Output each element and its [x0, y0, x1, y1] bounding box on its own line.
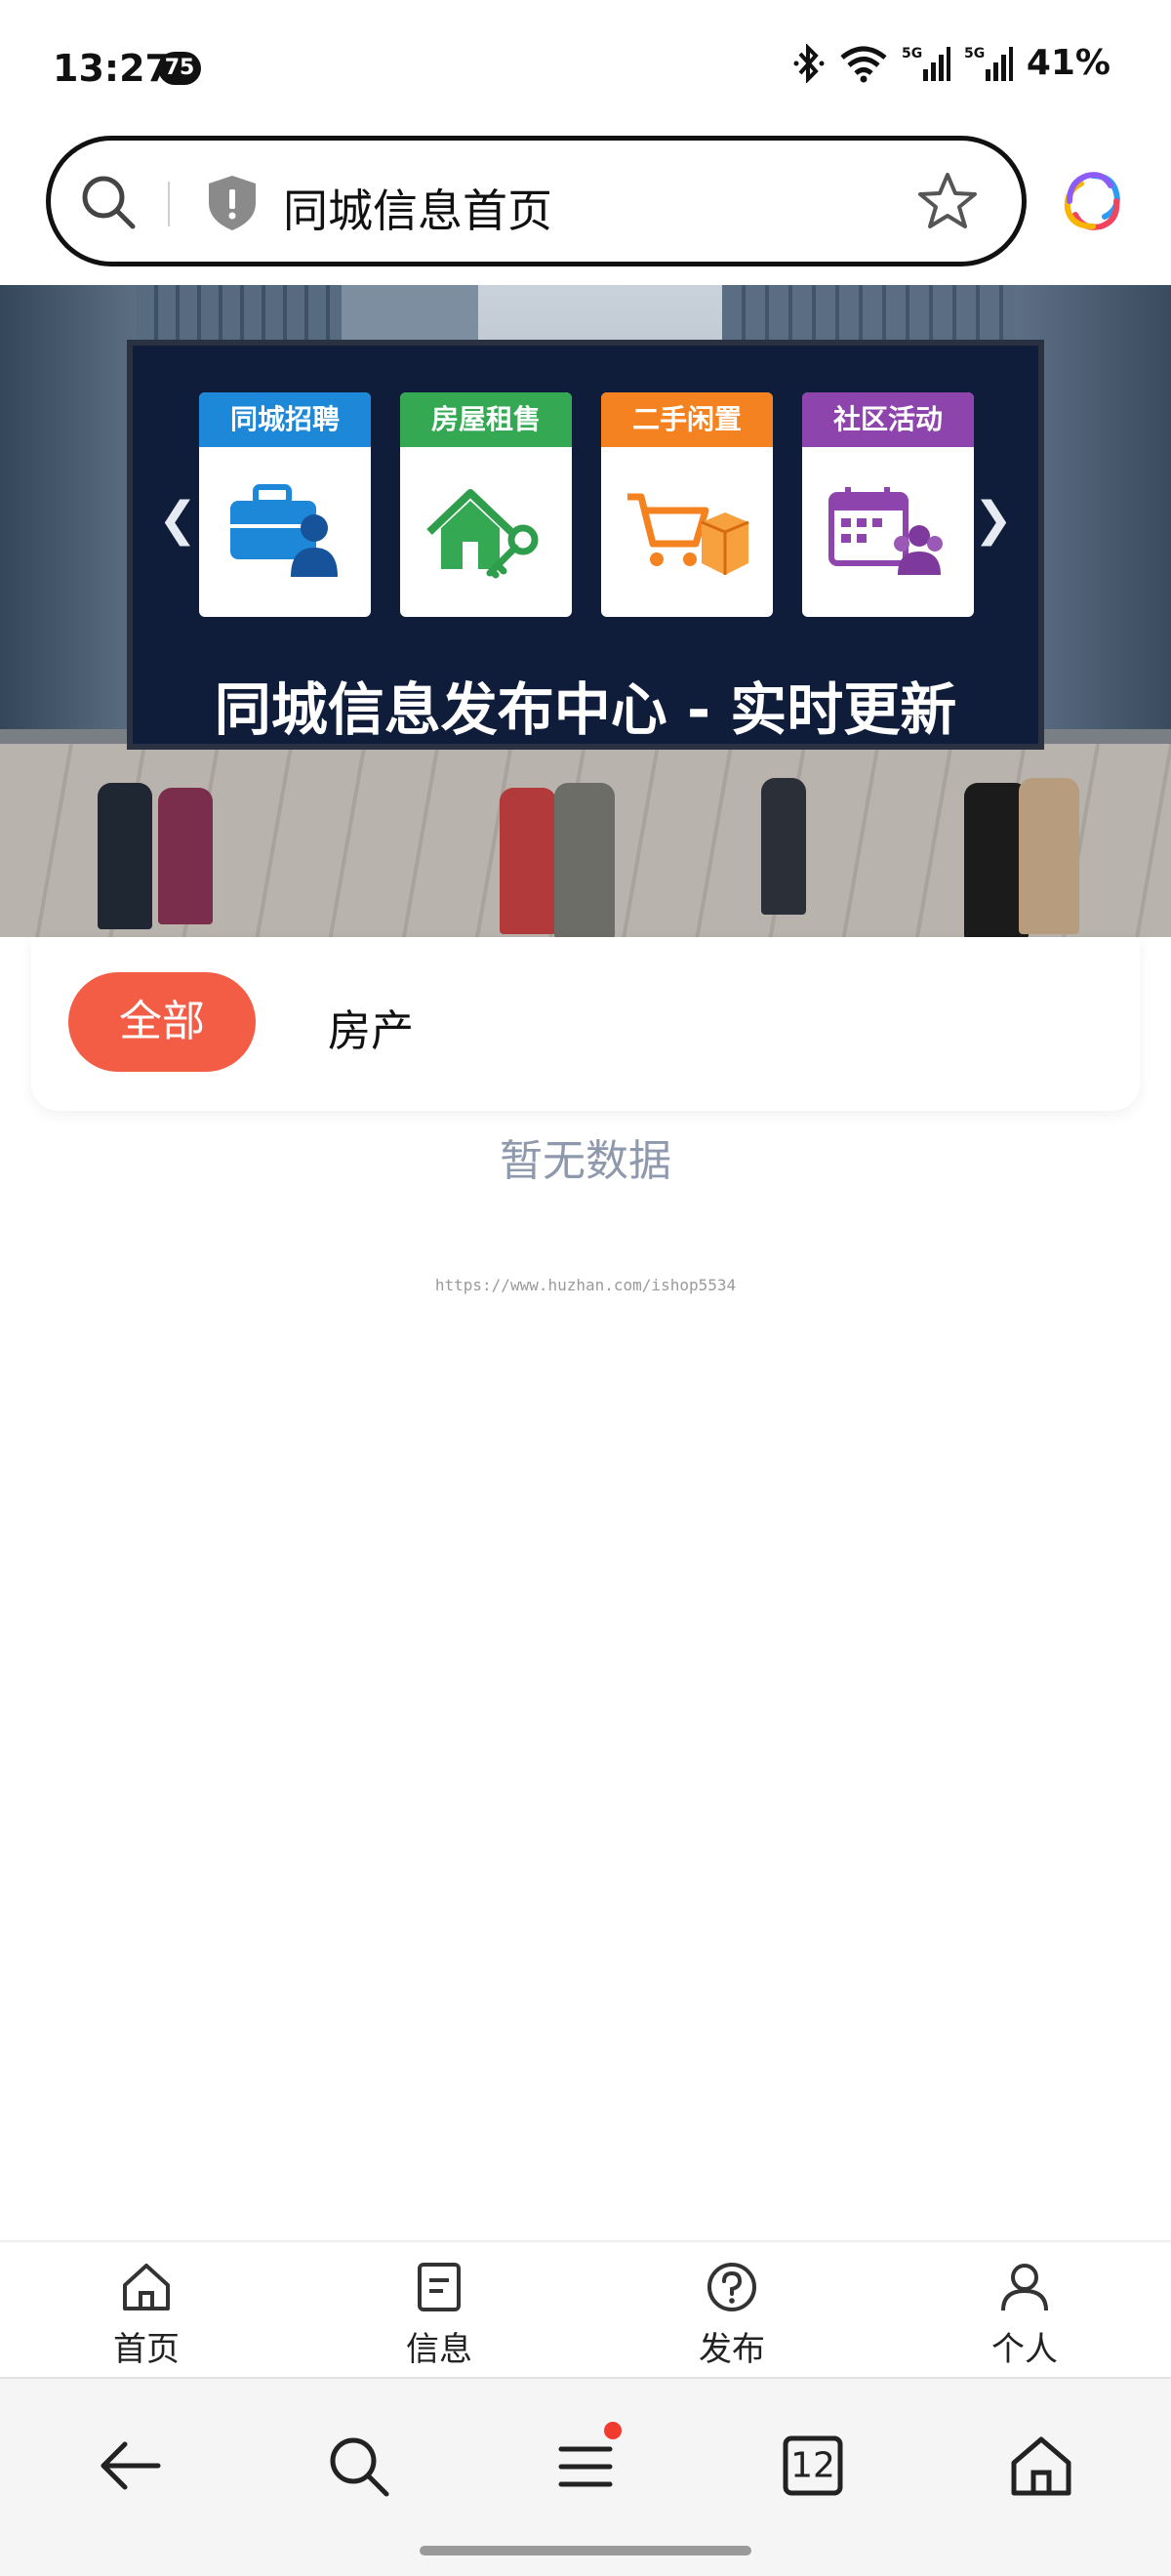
empty-state-text: 暂无数据 [500, 1136, 671, 1186]
tab-label: 首页 [113, 2330, 180, 2369]
tab-info[interactable]: 信息 [293, 2242, 586, 2377]
search-button[interactable] [314, 2422, 402, 2510]
calendar-people-icon [828, 487, 943, 575]
banner-person [500, 788, 556, 934]
app-tab-bar: 首页 信息 发布 个人 [0, 2240, 1171, 2377]
banner-building [342, 285, 478, 344]
browser-home-button[interactable] [997, 2422, 1085, 2510]
signal-5g-icon-2: 5G [964, 44, 1013, 83]
briefcase-person-icon [230, 484, 338, 577]
back-button[interactable] [86, 2422, 174, 2510]
filter-chip-property[interactable]: 房产 [328, 996, 414, 1058]
back-arrow-icon [101, 2441, 161, 2490]
house-key-icon [426, 489, 539, 579]
tile-label: 二手闲置 [601, 392, 773, 447]
banner-person [554, 783, 615, 937]
billboard-caption: 同城信息发布中心 - 实时更新 [214, 676, 957, 743]
banner-person [158, 788, 213, 924]
menu-notification-dot [604, 2422, 622, 2439]
notification-badge: 75 [158, 52, 201, 85]
tabs-button[interactable]: 12 [769, 2422, 857, 2510]
page-title[interactable]: 同城信息首页 [283, 176, 552, 240]
bookmark-star-icon[interactable] [916, 170, 979, 236]
tab-label: 发布 [699, 2330, 765, 2369]
tile-label: 同城招聘 [199, 392, 371, 447]
menu-icon [558, 2446, 613, 2487]
tab-publish[interactable]: 发布 [586, 2242, 878, 2377]
bluetooth-icon [792, 43, 826, 83]
tile-label: 房屋租售 [400, 392, 572, 447]
cart-box-icon [627, 493, 749, 575]
network-label-2: 5G [964, 46, 985, 61]
watermark-text: https://www.huzhan.com/ishop5534 [434, 1276, 737, 1294]
tab-home[interactable]: 首页 [0, 2242, 293, 2377]
status-icons: 5G 5G 41% [792, 43, 1110, 83]
battery-percent: 41% [1026, 43, 1110, 83]
tile-housing: 房屋租售 [400, 392, 572, 617]
signal-5g-icon-1: 5G [902, 44, 950, 83]
promo-banner[interactable]: ❮ ❯ 同城招聘 房屋租售 二手闲置 社区活动 同城信息发布中心 - 实时更新 [0, 285, 1171, 937]
billboard: ❮ ❯ 同城招聘 房屋租售 二手闲置 社区活动 同城信息发布中心 - 实时更新 [127, 340, 1044, 750]
banner-next-arrow[interactable]: ❯ [974, 492, 1013, 547]
banner-person [761, 778, 806, 915]
status-bar: 13:27 75 5G 5G 41% [0, 0, 1171, 137]
tabs-count: 12 [790, 2445, 835, 2486]
home-icon [1011, 2436, 1071, 2496]
browser-logo-icon[interactable] [1062, 170, 1124, 236]
category-filter: 全部 房产 [31, 937, 1140, 1111]
home-indicator[interactable] [420, 2546, 751, 2556]
tile-label: 社区活动 [802, 392, 974, 447]
banner-prev-arrow[interactable]: ❮ [158, 492, 197, 547]
shield-icon[interactable] [205, 174, 260, 236]
tile-jobs: 同城招聘 [199, 392, 371, 617]
question-circle-icon [707, 2263, 756, 2311]
tile-secondhand: 二手闲置 [601, 392, 773, 617]
filter-chip-all[interactable]: 全部 [68, 972, 256, 1072]
wifi-icon [839, 44, 888, 83]
person-icon [1001, 2264, 1048, 2311]
status-time: 13:27 [53, 47, 171, 90]
banner-person [98, 783, 152, 929]
document-icon [418, 2263, 461, 2311]
tab-profile[interactable]: 个人 [878, 2242, 1171, 2377]
tab-label: 信息 [406, 2330, 472, 2369]
home-icon [123, 2264, 170, 2310]
tab-label: 个人 [991, 2330, 1058, 2369]
menu-button[interactable] [542, 2422, 629, 2510]
address-bar[interactable]: 同城信息首页 [46, 136, 1027, 266]
banner-person [1019, 778, 1079, 934]
banner-building [0, 285, 137, 754]
category-tiles: 同城招聘 房屋租售 二手闲置 社区活动 [199, 392, 974, 617]
network-label-1: 5G [902, 46, 922, 61]
address-divider [168, 182, 170, 226]
tile-community: 社区活动 [802, 392, 974, 617]
search-icon [330, 2437, 389, 2497]
search-icon[interactable] [78, 172, 139, 236]
